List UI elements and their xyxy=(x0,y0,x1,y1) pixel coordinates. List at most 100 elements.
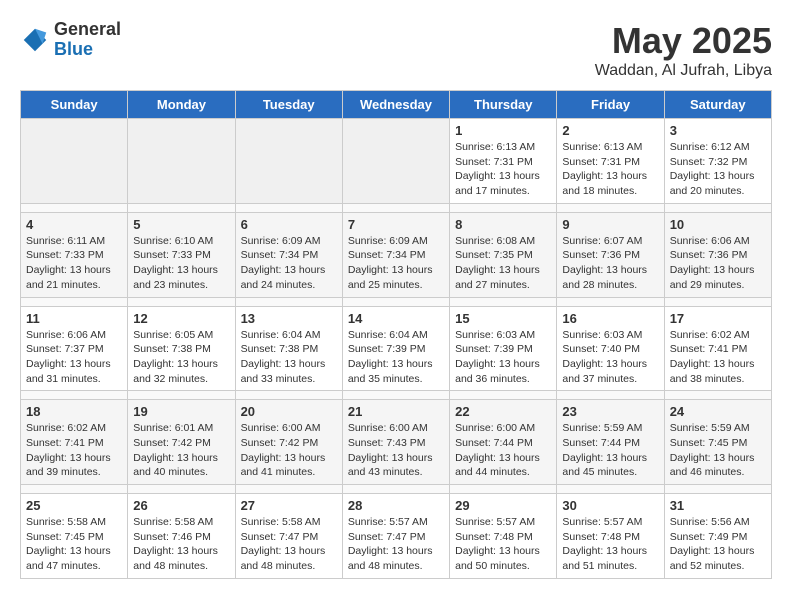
month-title: May 2025 xyxy=(595,20,772,62)
week-row-3: 11 Sunrise: 6:06 AM Sunset: 7:37 PM Dayli… xyxy=(21,306,772,391)
day-number: 23 xyxy=(562,404,658,419)
calendar-cell: 24 Sunrise: 5:59 AM Sunset: 7:45 PM Dayli… xyxy=(664,400,771,485)
calendar-cell xyxy=(128,119,235,204)
calendar-cell: 6 Sunrise: 6:09 AM Sunset: 7:34 PM Daylig… xyxy=(235,212,342,297)
day-number: 6 xyxy=(241,217,337,232)
day-info: Sunrise: 6:06 AM Sunset: 7:37 PM Dayligh… xyxy=(26,328,122,387)
calendar-cell: 11 Sunrise: 6:06 AM Sunset: 7:37 PM Dayli… xyxy=(21,306,128,391)
day-info: Sunrise: 6:04 AM Sunset: 7:38 PM Dayligh… xyxy=(241,328,337,387)
calendar-cell: 31 Sunrise: 5:56 AM Sunset: 7:49 PM Dayli… xyxy=(664,494,771,579)
calendar-cell: 9 Sunrise: 6:07 AM Sunset: 7:36 PM Daylig… xyxy=(557,212,664,297)
calendar-cell: 15Sunrise: 6:03 AM Sunset: 7:39 PM Dayli… xyxy=(450,306,557,391)
calendar-cell: 3Sunrise: 6:12 AM Sunset: 7:32 PM Daylig… xyxy=(664,119,771,204)
day-info: Sunrise: 6:06 AM Sunset: 7:36 PM Dayligh… xyxy=(670,234,766,293)
day-number: 26 xyxy=(133,498,229,513)
calendar-cell xyxy=(235,119,342,204)
day-number: 21 xyxy=(348,404,444,419)
day-info: Sunrise: 6:13 AM Sunset: 7:31 PM Dayligh… xyxy=(455,140,551,199)
day-info: Sunrise: 6:09 AM Sunset: 7:34 PM Dayligh… xyxy=(348,234,444,293)
day-info: Sunrise: 5:58 AM Sunset: 7:45 PM Dayligh… xyxy=(26,515,122,574)
day-info: Sunrise: 6:03 AM Sunset: 7:40 PM Dayligh… xyxy=(562,328,658,387)
day-of-week-saturday: Saturday xyxy=(664,91,771,119)
day-number: 16 xyxy=(562,311,658,326)
day-info: Sunrise: 6:00 AM Sunset: 7:42 PM Dayligh… xyxy=(241,421,337,480)
day-number: 11 xyxy=(26,311,122,326)
day-number: 4 xyxy=(26,217,122,232)
day-number: 19 xyxy=(133,404,229,419)
calendar-cell: 27Sunrise: 5:58 AM Sunset: 7:47 PM Dayli… xyxy=(235,494,342,579)
day-info: Sunrise: 5:57 AM Sunset: 7:48 PM Dayligh… xyxy=(562,515,658,574)
day-number: 24 xyxy=(670,404,766,419)
day-info: Sunrise: 5:57 AM Sunset: 7:47 PM Dayligh… xyxy=(348,515,444,574)
logo: General Blue xyxy=(20,20,121,60)
calendar-cell: 2Sunrise: 6:13 AM Sunset: 7:31 PM Daylig… xyxy=(557,119,664,204)
page-header: General Blue May 2025 Waddan, Al Jufrah,… xyxy=(20,20,772,80)
calendar-cell: 1 Sunrise: 6:13 AM Sunset: 7:31 PM Daylig… xyxy=(450,119,557,204)
day-info: Sunrise: 5:58 AM Sunset: 7:47 PM Dayligh… xyxy=(241,515,337,574)
day-number: 5 xyxy=(133,217,229,232)
day-info: Sunrise: 5:59 AM Sunset: 7:45 PM Dayligh… xyxy=(670,421,766,480)
day-of-week-friday: Friday xyxy=(557,91,664,119)
calendar-cell: 19Sunrise: 6:01 AM Sunset: 7:42 PM Dayli… xyxy=(128,400,235,485)
day-info: Sunrise: 6:02 AM Sunset: 7:41 PM Dayligh… xyxy=(670,328,766,387)
day-info: Sunrise: 5:56 AM Sunset: 7:49 PM Dayligh… xyxy=(670,515,766,574)
day-info: Sunrise: 6:10 AM Sunset: 7:33 PM Dayligh… xyxy=(133,234,229,293)
day-number: 15 xyxy=(455,311,551,326)
calendar-cell: 22 Sunrise: 6:00 AM Sunset: 7:44 PM Dayli… xyxy=(450,400,557,485)
day-info: Sunrise: 6:09 AM Sunset: 7:34 PM Dayligh… xyxy=(241,234,337,293)
week-row-5: 25 Sunrise: 5:58 AM Sunset: 7:45 PM Dayli… xyxy=(21,494,772,579)
day-info: Sunrise: 6:00 AM Sunset: 7:44 PM Dayligh… xyxy=(455,421,551,480)
day-number: 29 xyxy=(455,498,551,513)
day-info: Sunrise: 6:05 AM Sunset: 7:38 PM Dayligh… xyxy=(133,328,229,387)
week-separator xyxy=(21,297,772,306)
calendar-cell xyxy=(342,119,449,204)
day-info: Sunrise: 6:04 AM Sunset: 7:39 PM Dayligh… xyxy=(348,328,444,387)
logo-blue: Blue xyxy=(54,40,121,60)
calendar-cell: 28 Sunrise: 5:57 AM Sunset: 7:47 PM Dayli… xyxy=(342,494,449,579)
day-number: 22 xyxy=(455,404,551,419)
title-section: May 2025 Waddan, Al Jufrah, Libya xyxy=(595,20,772,80)
calendar-cell: 4 Sunrise: 6:11 AM Sunset: 7:33 PM Daylig… xyxy=(21,212,128,297)
day-number: 31 xyxy=(670,498,766,513)
calendar-cell: 26Sunrise: 5:58 AM Sunset: 7:46 PM Dayli… xyxy=(128,494,235,579)
calendar-cell: 20 Sunrise: 6:00 AM Sunset: 7:42 PM Dayli… xyxy=(235,400,342,485)
day-number: 30 xyxy=(562,498,658,513)
calendar-body: 1 Sunrise: 6:13 AM Sunset: 7:31 PM Daylig… xyxy=(21,119,772,579)
week-separator xyxy=(21,391,772,400)
calendar-cell: 16 Sunrise: 6:03 AM Sunset: 7:40 PM Dayli… xyxy=(557,306,664,391)
day-number: 28 xyxy=(348,498,444,513)
calendar-cell: 18Sunrise: 6:02 AM Sunset: 7:41 PM Dayli… xyxy=(21,400,128,485)
day-of-week-thursday: Thursday xyxy=(450,91,557,119)
calendar-cell: 8Sunrise: 6:08 AM Sunset: 7:35 PM Daylig… xyxy=(450,212,557,297)
day-info: Sunrise: 6:00 AM Sunset: 7:43 PM Dayligh… xyxy=(348,421,444,480)
calendar-cell: 13Sunrise: 6:04 AM Sunset: 7:38 PM Dayli… xyxy=(235,306,342,391)
day-number: 8 xyxy=(455,217,551,232)
day-info: Sunrise: 6:07 AM Sunset: 7:36 PM Dayligh… xyxy=(562,234,658,293)
day-of-week-wednesday: Wednesday xyxy=(342,91,449,119)
day-info: Sunrise: 6:12 AM Sunset: 7:32 PM Dayligh… xyxy=(670,140,766,199)
day-number: 1 xyxy=(455,123,551,138)
day-info: Sunrise: 6:11 AM Sunset: 7:33 PM Dayligh… xyxy=(26,234,122,293)
day-number: 25 xyxy=(26,498,122,513)
week-separator xyxy=(21,485,772,494)
calendar-header: SundayMondayTuesdayWednesdayThursdayFrid… xyxy=(21,91,772,119)
calendar-cell: 23Sunrise: 5:59 AM Sunset: 7:44 PM Dayli… xyxy=(557,400,664,485)
calendar-cell: 7Sunrise: 6:09 AM Sunset: 7:34 PM Daylig… xyxy=(342,212,449,297)
calendar-cell xyxy=(21,119,128,204)
day-of-week-sunday: Sunday xyxy=(21,91,128,119)
day-info: Sunrise: 5:57 AM Sunset: 7:48 PM Dayligh… xyxy=(455,515,551,574)
logo-text: General Blue xyxy=(54,20,121,60)
day-of-week-tuesday: Tuesday xyxy=(235,91,342,119)
week-row-1: 1 Sunrise: 6:13 AM Sunset: 7:31 PM Daylig… xyxy=(21,119,772,204)
calendar-cell: 29 Sunrise: 5:57 AM Sunset: 7:48 PM Dayli… xyxy=(450,494,557,579)
calendar-cell: 5 Sunrise: 6:10 AM Sunset: 7:33 PM Daylig… xyxy=(128,212,235,297)
day-number: 9 xyxy=(562,217,658,232)
day-number: 18 xyxy=(26,404,122,419)
day-number: 14 xyxy=(348,311,444,326)
calendar-cell: 25 Sunrise: 5:58 AM Sunset: 7:45 PM Dayli… xyxy=(21,494,128,579)
calendar-cell: 21 Sunrise: 6:00 AM Sunset: 7:43 PM Dayli… xyxy=(342,400,449,485)
calendar-cell: 30 Sunrise: 5:57 AM Sunset: 7:48 PM Dayli… xyxy=(557,494,664,579)
calendar-cell: 10Sunrise: 6:06 AM Sunset: 7:36 PM Dayli… xyxy=(664,212,771,297)
calendar-cell: 14 Sunrise: 6:04 AM Sunset: 7:39 PM Dayli… xyxy=(342,306,449,391)
day-number: 20 xyxy=(241,404,337,419)
